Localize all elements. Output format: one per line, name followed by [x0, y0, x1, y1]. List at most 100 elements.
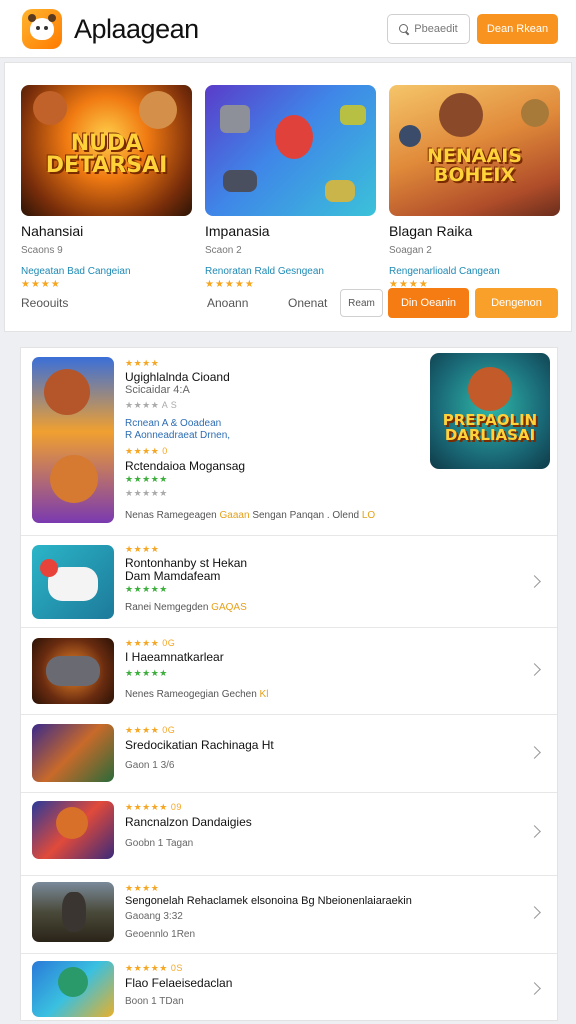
- game-title[interactable]: Sredocikatian Rachinaga Ht: [125, 738, 274, 752]
- game-thumbnail[interactable]: [32, 545, 114, 619]
- game-meta: Gaon 1 3/6: [125, 760, 175, 771]
- rating-stars: ★★★★★ 0S: [125, 963, 183, 973]
- game-thumbnail[interactable]: [32, 801, 114, 859]
- secondary-button[interactable]: Ream: [340, 289, 383, 317]
- meta-accent: Gaaan: [219, 510, 250, 521]
- featured-rating: ★★★★: [21, 279, 61, 290]
- meta-text: Nenes Rameogegian Gechen: [125, 689, 257, 700]
- character-head: [399, 125, 421, 147]
- rating-stars: ★★★★ A S: [125, 400, 178, 410]
- logo-ear: [48, 14, 56, 22]
- featured-meta: Scaon 2: [205, 245, 242, 256]
- signin-button[interactable]: Dean Rkean: [477, 14, 558, 44]
- list-item[interactable]: ★★★★ 0G I Haeamnatkarlear ★★★★★ Nenes Ra…: [21, 628, 557, 715]
- game-title[interactable]: Rancnalzon Dandaigies: [125, 815, 252, 829]
- top-bar: Aplaagean Pbeaedit Dean Rkean: [0, 0, 576, 58]
- gamepad-icon: [223, 170, 257, 192]
- robot-icon: [220, 105, 250, 133]
- game-subtitle: Dam Mamdafeam: [125, 569, 221, 583]
- meta-text: Ranei Nemgegden: [125, 602, 209, 613]
- meta-accent: Kl: [259, 689, 269, 700]
- game-link[interactable]: R Aonneadraeat Drnen,: [125, 430, 230, 441]
- search-button-label: Pbeaedit: [414, 23, 458, 35]
- game-link[interactable]: Rcnean A & Ooadean: [125, 418, 221, 429]
- primary-button[interactable]: Din Oeanin: [388, 288, 469, 318]
- game-title[interactable]: Ugighlalnda Cioand: [125, 370, 230, 384]
- featured-link[interactable]: Anoann: [207, 296, 248, 310]
- game-thumbnail[interactable]: [32, 882, 114, 942]
- game-meta: Ranei Nemgegden GAQAS: [125, 602, 247, 613]
- featured-category[interactable]: Renoratan Rald Gesngean: [205, 266, 376, 277]
- character-head: [50, 455, 98, 503]
- meta-accent: LO: [361, 510, 376, 521]
- character-head: [58, 967, 88, 997]
- game-meta: Goobn 1 Tagan: [125, 838, 194, 849]
- rating-stars: ★★★★★ 09: [125, 802, 182, 812]
- featured-side-thumbnail[interactable]: PREPAOLIN DARLIASAI: [430, 353, 550, 469]
- game-thumbnail[interactable]: [32, 961, 114, 1017]
- character-head: [56, 807, 88, 839]
- rating-stars: ★★★★★: [125, 584, 168, 594]
- character-head: [44, 369, 90, 415]
- featured-banner: NENAAIS BOHEIX: [427, 145, 522, 186]
- gamepad-icon: [340, 105, 366, 125]
- featured-card[interactable]: NUDA DETARSAI Nahansiai Scaons 9 Negeata…: [21, 85, 192, 290]
- game-meta: Nenes Rameogegian Gechen Kl: [125, 689, 268, 700]
- featured-link[interactable]: Reoouits: [21, 296, 68, 310]
- rating-stars: ★★★★★: [125, 488, 168, 498]
- list-item[interactable]: ★★★★★ 09 Rancnalzon Dandaigies Goobn 1 T…: [21, 793, 557, 876]
- featured-thumbnail[interactable]: NENAAIS BOHEIX: [389, 85, 560, 216]
- game-list: ★★★★ Ugighlalnda Cioand Scicaidar 4:A ★★…: [20, 347, 558, 1021]
- character-body: [275, 115, 313, 159]
- chevron-right-icon[interactable]: [528, 746, 541, 759]
- app-logo-icon[interactable]: [22, 9, 62, 49]
- chevron-right-icon[interactable]: [528, 825, 541, 838]
- side-banner: PREPAOLIN DARLIASAI: [442, 411, 538, 444]
- list-item[interactable]: ★★★★★ 0S Flao Felaeisedaclan Boon 1 TDan: [21, 954, 557, 1020]
- game-meta: Boon 1 TDan: [125, 996, 184, 1007]
- chevron-right-icon[interactable]: [528, 663, 541, 676]
- game-thumbnail[interactable]: [32, 724, 114, 782]
- game-title[interactable]: Rctendaioa Mogansag: [125, 459, 245, 473]
- character-head: [33, 91, 67, 125]
- featured-thumbnail[interactable]: [205, 85, 376, 216]
- featured-thumbnail[interactable]: NUDA DETARSAI: [21, 85, 192, 216]
- list-item[interactable]: ★★★★ Sengonelah Rehaclamek elsonoina Bg …: [21, 876, 557, 954]
- game-title[interactable]: Flao Felaeisedaclan: [125, 976, 232, 990]
- logo-ear: [28, 14, 36, 22]
- rating-stars: ★★★★ 0G: [125, 725, 176, 735]
- featured-banner: NUDA DETARSAI: [45, 131, 168, 178]
- chevron-right-icon[interactable]: [528, 906, 541, 919]
- primary-button-2[interactable]: Dengenon: [475, 288, 558, 318]
- featured-card[interactable]: NENAAIS BOHEIX Blagan Raika Soagan 2 Ren…: [389, 85, 560, 290]
- chevron-right-icon[interactable]: [528, 982, 541, 995]
- logo-eye: [44, 26, 48, 30]
- rating-stars: ★★★★: [125, 544, 160, 554]
- featured-category[interactable]: Rengenarlioald Cangean: [389, 266, 560, 277]
- featured-meta: Soagan 2: [389, 245, 432, 256]
- app-title: Aplaagean: [74, 14, 199, 44]
- character-head: [439, 93, 483, 137]
- featured-card[interactable]: Impanasia Scaon 2 Renoratan Rald Gesngea…: [205, 85, 376, 290]
- game-title[interactable]: Rontonhanby st Hekan: [125, 556, 247, 570]
- game-title[interactable]: Sengonelah Rehaclamek elsonoina Bg Nbeio…: [125, 895, 412, 907]
- gamepad-icon: [46, 656, 100, 686]
- featured-link[interactable]: Onenat: [288, 296, 327, 310]
- list-item[interactable]: ★★★★ 0G Sredocikatian Rachinaga Ht Gaon …: [21, 715, 557, 793]
- game-thumbnail[interactable]: [32, 357, 114, 523]
- gamepad-icon: [325, 180, 355, 202]
- chevron-right-icon[interactable]: [528, 575, 541, 588]
- fruit-icon: [40, 559, 58, 577]
- list-item[interactable]: ★★★★ Rontonhanby st Hekan Dam Mamdafeam …: [21, 536, 557, 628]
- search-button[interactable]: Pbeaedit: [387, 14, 470, 44]
- rating-stars: ★★★★: [125, 883, 160, 893]
- soldier-figure: [62, 892, 86, 932]
- meta-text: Sengan Panqan . Olend: [252, 510, 360, 521]
- featured-category[interactable]: Negeatan Bad Cangeian: [21, 266, 192, 277]
- logo-eye: [36, 26, 40, 30]
- list-item[interactable]: ★★★★ Ugighlalnda Cioand Scicaidar 4:A ★★…: [21, 348, 557, 536]
- rating-stars: ★★★★ 0: [125, 446, 168, 456]
- game-thumbnail[interactable]: [32, 638, 114, 704]
- game-title[interactable]: I Haeamnatkarlear: [125, 650, 224, 664]
- character-head: [139, 91, 177, 129]
